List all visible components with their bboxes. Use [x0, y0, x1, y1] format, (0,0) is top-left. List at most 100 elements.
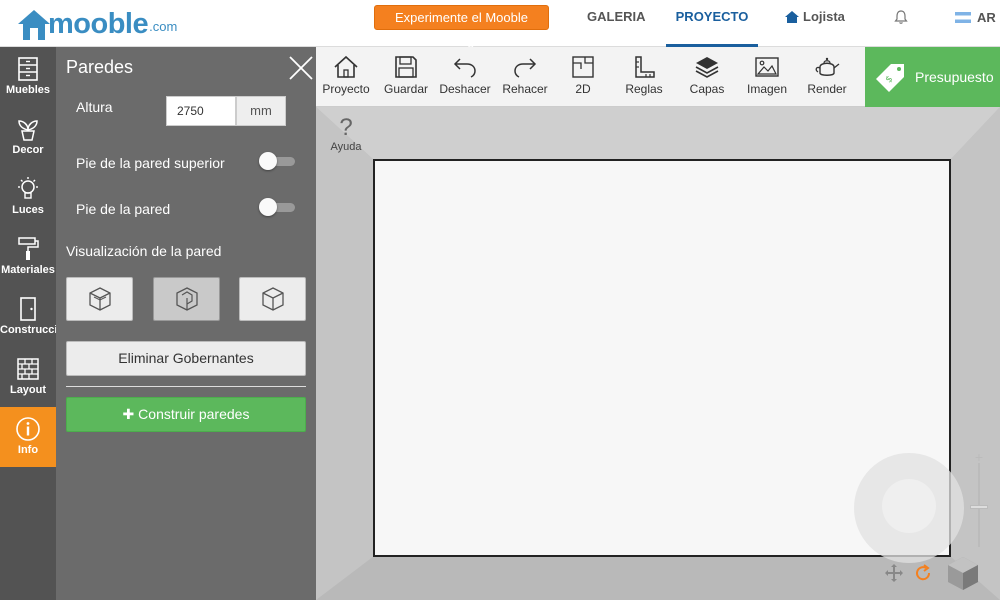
view-cube-icon[interactable]	[946, 555, 980, 596]
rail-item-label: Layout	[9, 384, 47, 396]
panel-title: Paredes	[66, 57, 134, 77]
logo-suffix: .com	[149, 19, 178, 34]
door-icon	[20, 297, 36, 321]
floppy-icon	[395, 56, 417, 78]
tool-label: 2D	[575, 82, 591, 96]
teapot-icon	[815, 57, 840, 76]
tool-capas[interactable]: Capas	[679, 47, 735, 107]
tool-imagen[interactable]: Imagen	[739, 47, 795, 107]
language-code: AR	[977, 10, 996, 25]
altura-unit: mm	[236, 96, 286, 126]
tool-label: Guardar	[383, 82, 429, 96]
close-icon[interactable]	[288, 55, 314, 86]
rail-item-layout[interactable]: Layout	[0, 347, 56, 407]
house-icon	[334, 55, 358, 78]
rail-item-construccion[interactable]: Construcción	[0, 287, 56, 347]
viz-button-walls-cut[interactable]	[153, 277, 220, 321]
pie-pared-superior-label: Pie de la pared superior	[76, 155, 225, 171]
pie-pared-toggle[interactable]	[259, 198, 297, 216]
undo-icon	[453, 58, 476, 78]
rail-item-label: Materiales	[1, 264, 55, 276]
tool-reglas[interactable]: Reglas	[616, 47, 672, 107]
rail-item-luces[interactable]: Luces	[0, 167, 56, 227]
3d-viewport[interactable]: ? Ayuda +	[316, 107, 1000, 600]
info-icon	[16, 417, 40, 441]
tool-label: Imagen	[746, 82, 788, 96]
ayuda-button[interactable]: ? Ayuda	[328, 114, 364, 154]
redo-icon	[514, 58, 537, 78]
cube-cut-icon	[175, 287, 198, 311]
plant-icon	[18, 120, 38, 141]
tool-deshacer[interactable]: Deshacer	[437, 47, 493, 107]
ayuda-label: Ayuda	[330, 141, 362, 153]
tool-label: Proyecto	[322, 82, 370, 96]
construir-paredes-label: Construir paredes	[138, 406, 250, 422]
price-tag-icon: $	[876, 64, 904, 92]
paint-roller-icon	[18, 237, 39, 260]
pie-pared-superior-toggle[interactable]	[259, 152, 297, 170]
zoom-plus-icon[interactable]: +	[968, 449, 990, 465]
layers-icon	[695, 57, 719, 78]
tool-label: Deshacer	[439, 82, 491, 96]
ruler-icon	[635, 56, 655, 78]
toolbar: Proyecto Guardar Deshacer Rehacer 2D Reg…	[316, 47, 1000, 107]
zoom-slider[interactable]: +	[968, 449, 990, 553]
paredes-panel: Paredes Altura mm Pie de la pared superi…	[56, 47, 316, 600]
presupuesto-button[interactable]: $ Presupuesto	[865, 47, 1000, 107]
brick-wall-icon	[17, 358, 39, 380]
divider	[66, 386, 306, 387]
tool-label: Render	[807, 82, 847, 96]
category-rail: Muebles Decor Luces Materiales Construcc…	[0, 47, 56, 600]
nav-lojista[interactable]: Lojista	[784, 0, 845, 33]
mooble-design-promo-button[interactable]: Experimente el Mooble Design	[374, 5, 549, 48]
question-icon: ?	[339, 114, 353, 141]
visualizacion-label: Visualización de la pared	[66, 243, 222, 259]
rail-item-label: Info	[17, 444, 39, 456]
logo-house-icon	[18, 10, 50, 40]
rail-item-muebles[interactable]: Muebles	[0, 47, 56, 107]
rail-item-label: Luces	[12, 204, 44, 216]
mooble-logo[interactable]: mooble .com	[16, 2, 177, 42]
move-icon[interactable]	[884, 563, 904, 588]
rail-item-decor[interactable]: Decor	[0, 107, 56, 167]
nav-galeria[interactable]: GALERIA	[587, 0, 646, 47]
logo-text: mooble	[48, 8, 149, 40]
language-selector[interactable]: AR	[955, 10, 996, 25]
flag-icon	[955, 12, 971, 23]
tool-guardar[interactable]: Guardar	[378, 47, 434, 107]
viz-button-walls-up[interactable]	[239, 277, 306, 321]
tool-label: Reglas	[625, 82, 663, 96]
rotate-icon[interactable]	[913, 563, 933, 588]
cube-cutaway-icon	[88, 287, 111, 311]
altura-input[interactable]	[166, 96, 236, 126]
bell-icon[interactable]	[893, 9, 909, 30]
construir-paredes-button[interactable]: ✚ Construir paredes	[66, 397, 306, 432]
nav-lojista-label: Lojista	[803, 9, 845, 24]
tool-rehacer[interactable]: Rehacer	[497, 47, 553, 107]
eliminar-gobernantes-button[interactable]: Eliminar Gobernantes	[66, 341, 306, 376]
presupuesto-label: Presupuesto	[915, 69, 994, 85]
image-icon	[755, 57, 779, 77]
tool-label: Capas	[689, 82, 725, 96]
zoom-handle[interactable]	[970, 505, 988, 509]
tool-render[interactable]: Render	[799, 47, 855, 107]
house-icon	[785, 10, 799, 23]
rail-item-label: Construcción	[0, 324, 56, 336]
cube-icon	[261, 287, 284, 311]
pie-pared-label: Pie de la pared	[76, 201, 171, 217]
tool-proyecto[interactable]: Proyecto	[318, 47, 374, 107]
rail-item-info[interactable]: Info	[0, 407, 56, 467]
rail-item-label: Muebles	[5, 84, 50, 96]
navigation-joystick[interactable]	[854, 453, 964, 563]
plus-icon: ✚	[122, 406, 139, 422]
joystick-knob[interactable]	[882, 479, 936, 533]
nav-proyecto[interactable]: PROYECTO	[666, 0, 758, 47]
plan-2d-icon	[572, 56, 594, 78]
top-bar: mooble .com Experimente el Mooble Design…	[0, 0, 1000, 48]
tool-label: Rehacer	[502, 82, 548, 96]
rail-item-label: Decor	[12, 144, 44, 156]
altura-label: Altura	[76, 99, 113, 115]
tool-2d[interactable]: 2D	[557, 47, 609, 107]
viz-button-walls-down[interactable]	[66, 277, 133, 321]
rail-item-materiales[interactable]: Materiales	[0, 227, 56, 287]
